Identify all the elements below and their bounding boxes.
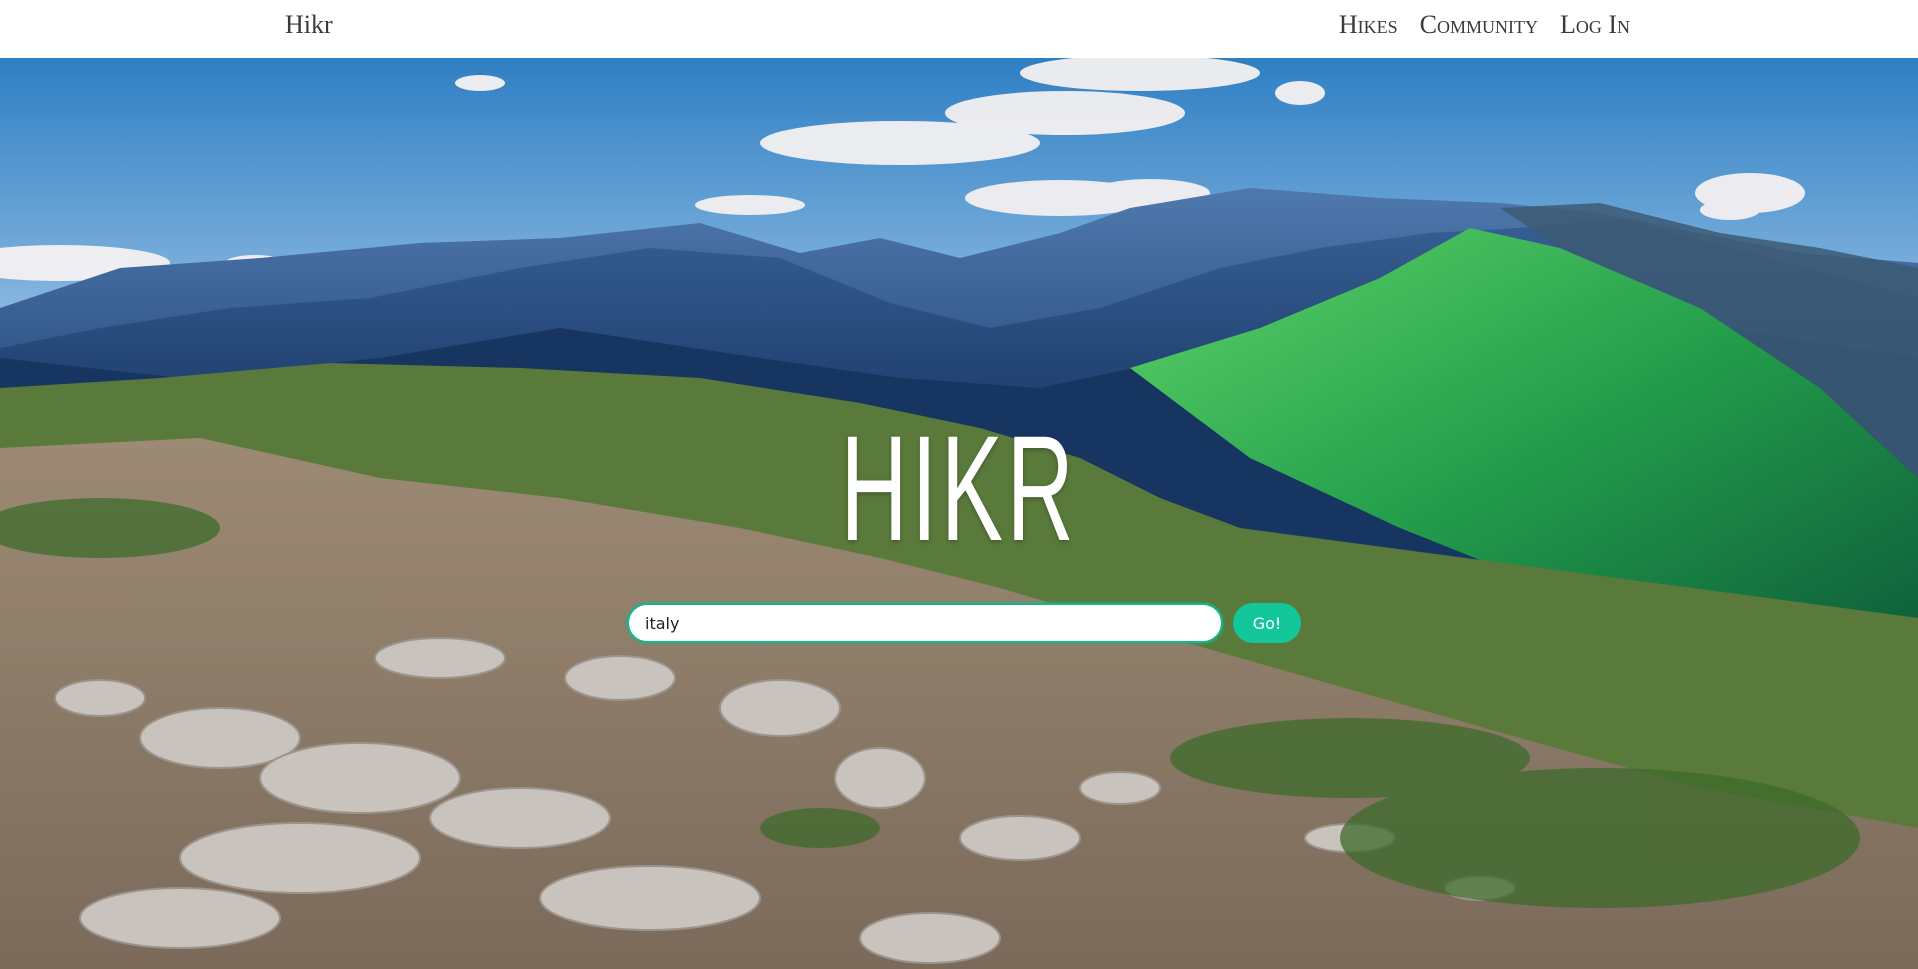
nav-links: Hikes Community Log In <box>1339 10 1630 40</box>
nav-link-community[interactable]: Community <box>1420 10 1538 40</box>
brand-link[interactable]: Hikr <box>285 10 333 40</box>
search-bar: Go! <box>627 603 1301 643</box>
nav-link-log-in[interactable]: Log In <box>1560 10 1630 40</box>
nav-link-hikes[interactable]: Hikes <box>1339 10 1398 40</box>
go-button[interactable]: Go! <box>1233 603 1301 643</box>
hero-section: HIKR Go! <box>0 58 1918 969</box>
top-navbar: Hikr Hikes Community Log In <box>0 0 1918 58</box>
hero-title: HIKR <box>840 404 1078 572</box>
search-input[interactable] <box>627 603 1223 643</box>
